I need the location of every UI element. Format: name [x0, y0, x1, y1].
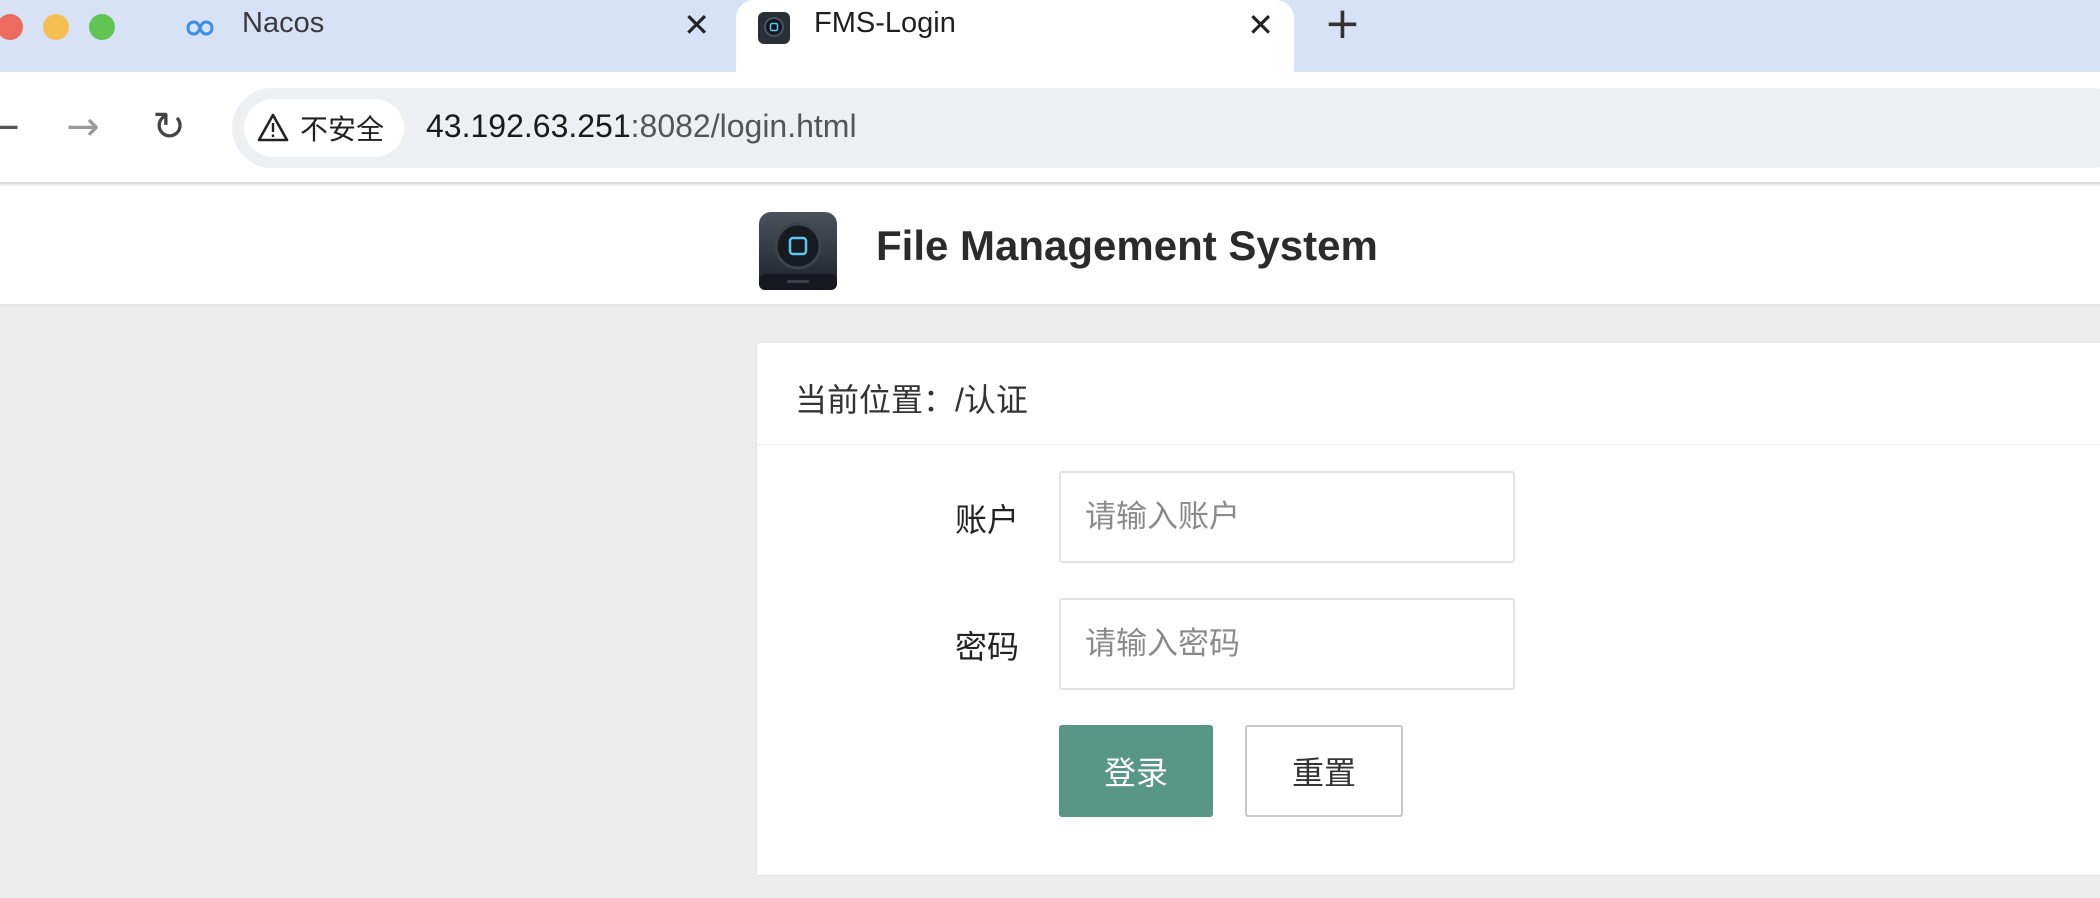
security-label: 不安全: [300, 114, 385, 145]
tab-fms-login[interactable]: FMS-Login ✕: [736, 0, 1294, 72]
account-input[interactable]: [1059, 471, 1515, 563]
reload-button[interactable]: ↻: [144, 102, 194, 152]
tab-title: Nacos: [242, 7, 325, 39]
warning-icon: [257, 113, 289, 142]
nacos-infinity-icon: [186, 20, 214, 36]
close-tab-icon[interactable]: ✕: [1247, 6, 1274, 44]
card-header: 当前位置：/认证: [757, 343, 2100, 445]
back-button[interactable]: ←: [0, 102, 28, 152]
breadcrumb: 当前位置：/认证: [795, 382, 1028, 418]
site-title: File Management System: [876, 222, 1378, 269]
close-tab-icon[interactable]: ✕: [683, 6, 710, 44]
forward-button[interactable]: →: [58, 102, 108, 152]
tab-strip: Nacos ✕ FMS-Login ✕ +: [0, 0, 2100, 72]
fms-app-icon: [758, 12, 790, 44]
browser-toolbar: ← → ↻ 不安全 43.192.63.251:8082/login.html: [0, 72, 2100, 184]
maximize-window-button[interactable]: [89, 14, 115, 40]
password-label: 密码: [955, 629, 1020, 665]
login-button[interactable]: 登录: [1059, 725, 1213, 817]
reset-button[interactable]: 重置: [1245, 725, 1403, 817]
url-host: 43.192.63.251: [426, 108, 631, 144]
password-input[interactable]: [1059, 598, 1515, 690]
url-text[interactable]: 43.192.63.251:8082/login.html: [426, 108, 857, 145]
tab-title: FMS-Login: [814, 7, 956, 39]
url-path: :8082/login.html: [630, 108, 857, 144]
close-window-button[interactable]: [0, 14, 23, 40]
site-header: File Management System: [0, 186, 2100, 306]
login-card: 当前位置：/认证 账户 密码 登录 重置: [756, 342, 2100, 876]
security-indicator[interactable]: 不安全: [244, 99, 404, 157]
tab-nacos[interactable]: Nacos ✕: [170, 0, 710, 72]
account-row: 账户: [757, 471, 2100, 563]
minimize-window-button[interactable]: [43, 14, 69, 40]
fms-logo-icon: [759, 212, 837, 290]
new-tab-button[interactable]: +: [1324, 2, 1361, 46]
address-bar[interactable]: 不安全 43.192.63.251:8082/login.html: [232, 88, 2100, 168]
password-row: 密码: [757, 598, 2100, 690]
account-label: 账户: [955, 502, 1020, 538]
